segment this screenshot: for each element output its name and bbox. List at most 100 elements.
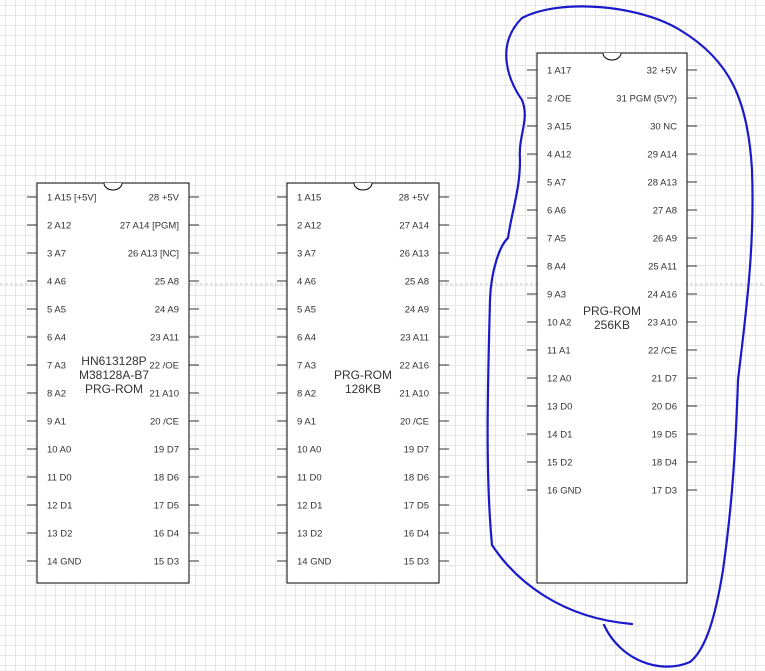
pin-label-left: 3 A7 — [297, 249, 316, 260]
pin-label-left: 5 A5 — [297, 305, 316, 316]
pin-label-right: 28 +5V — [149, 193, 180, 204]
pin-label-left: 12 D1 — [297, 501, 322, 512]
pin-label-left: 14 GND — [47, 557, 81, 568]
pin-label-right: 18 D6 — [154, 473, 179, 484]
pin-label-right: 21 A10 — [149, 389, 179, 400]
pin-label-right: 20 /CE — [400, 417, 429, 428]
pin-label-right: 28 +5V — [399, 193, 430, 204]
pin-label-left: 6 A4 — [297, 333, 316, 344]
chip-label: HN613128P — [81, 354, 146, 368]
chip-label: 256KB — [594, 318, 630, 332]
pin-label-right: 23 A11 — [150, 333, 179, 344]
pin-label-right: 27 A8 — [653, 206, 677, 217]
pin-label-left: 14 GND — [297, 557, 331, 568]
pin-label-left: 1 A15 [+5V] — [47, 193, 96, 204]
chip-label: 128KB — [345, 382, 381, 396]
pin-label-right: 26 A13 — [399, 249, 429, 260]
pin-label-right: 24 A16 — [647, 290, 677, 301]
schematic-canvas: 1 A15 [+5V] 2 A12 3 A7 4 A6 5 A5 6 A4 7 A3 8 A2… — [0, 5, 765, 668]
pin-label-left: 8 A4 — [547, 262, 566, 273]
pin-label-left: 4 A6 — [297, 277, 316, 288]
pin-label-right: 17 D5 — [404, 501, 429, 512]
pin-label-left: 10 A0 — [47, 445, 71, 456]
pin-label-left: 2 /OE — [547, 94, 571, 105]
chip-prg-rom-256kb: 1 A17 2 /OE 3 A15 4 A12 5 A7 6 A6 7 A5 8 A4 9 A3… — [527, 52, 697, 584]
pin-label-left: 15 D2 — [547, 458, 572, 469]
pin-label-right: 21 D7 — [652, 374, 677, 385]
pin-label-left: 4 A6 — [47, 277, 66, 288]
chip-label: PRG-ROM — [583, 304, 641, 318]
pin-label-right: 25 A8 — [155, 277, 179, 288]
chip-hn613128p: 1 A15 [+5V] 2 A12 3 A7 4 A6 5 A5 6 A4 7 A3 8 A2… — [27, 182, 199, 584]
pin-label-right: 29 A14 — [647, 150, 677, 161]
chip-label: PRG-ROM — [85, 382, 143, 396]
pin-label-right: 23 A11 — [400, 333, 429, 344]
pin-label-left: 7 A3 — [47, 361, 66, 372]
pin-label-right: 19 D7 — [154, 445, 179, 456]
pin-label-left: 3 A15 — [547, 122, 571, 133]
pin-label-left: 2 A12 — [297, 221, 321, 232]
pin-label-left: 14 D1 — [547, 430, 572, 441]
pin-label-left: 7 A3 — [297, 361, 316, 372]
pin-label-left: 16 GND — [547, 486, 581, 497]
pin-label-left: 6 A4 — [47, 333, 66, 344]
pin-label-left: 13 D2 — [47, 529, 72, 540]
pin-label-right: 26 A9 — [653, 234, 677, 245]
pin-label-left: 8 A2 — [47, 389, 66, 400]
pin-label-right: 30 NC — [650, 122, 677, 133]
pin-label-left: 10 A0 — [297, 445, 321, 456]
pin-label-right: 18 D6 — [404, 473, 429, 484]
pin-label-left: 9 A1 — [297, 417, 316, 428]
pin-label-left: 12 A0 — [547, 374, 571, 385]
pin-label-right: 18 D4 — [652, 458, 677, 469]
pin-label-left: 5 A5 — [47, 305, 66, 316]
pin-label-left: 11 D0 — [297, 473, 322, 484]
pin-label-left: 5 A7 — [547, 178, 566, 189]
pin-label-right: 22 A16 — [399, 361, 429, 372]
chip-label: M38128A-B7 — [79, 368, 149, 382]
pin-label-right: 19 D7 — [404, 445, 429, 456]
pin-label-left: 3 A7 — [47, 249, 66, 260]
pin-label-right: 26 A13 [NC] — [128, 249, 179, 260]
pin-label-right: 20 D6 — [652, 402, 677, 413]
pin-label-left: 13 D2 — [297, 529, 322, 540]
pin-label-right: 15 D3 — [154, 557, 179, 568]
pin-label-left: 4 A12 — [547, 150, 571, 161]
pin-label-right: 27 A14 — [399, 221, 429, 232]
pin-label-left: 11 D0 — [47, 473, 72, 484]
pin-label-left: 9 A1 — [47, 417, 66, 428]
pin-label-left: 2 A12 — [47, 221, 71, 232]
pin-label-right: 23 A10 — [647, 318, 677, 329]
pin-label-right: 21 A10 — [399, 389, 429, 400]
pin-label-right: 16 D4 — [404, 529, 429, 540]
pin-label-left: 11 A1 — [547, 346, 571, 357]
pin-label-right: 31 PGM (5V?) — [616, 94, 677, 105]
pin-label-left: 1 A15 — [297, 193, 321, 204]
pin-label-left: 13 D0 — [547, 402, 572, 413]
pin-label-left: 9 A3 — [547, 290, 566, 301]
pin-label-right: 15 D3 — [404, 557, 429, 568]
pin-label-right: 24 A9 — [405, 305, 429, 316]
pin-label-left: 12 D1 — [47, 501, 72, 512]
chip-label: PRG-ROM — [334, 368, 392, 382]
pin-label-right: 17 D5 — [154, 501, 179, 512]
chip-prg-rom-128kb: 1 A15 2 A12 3 A7 4 A6 5 A5 6 A4 7 A3 8 A2 9 A1 10… — [277, 182, 449, 584]
pin-label-left: 6 A6 — [547, 206, 566, 217]
pin-label-left: 1 A17 — [547, 66, 571, 77]
pin-label-right: 28 A13 — [647, 178, 677, 189]
pin-label-right: 16 D4 — [154, 529, 179, 540]
pin-label-right: 25 A11 — [648, 262, 677, 273]
chips-layer: 1 A15 [+5V] 2 A12 3 A7 4 A6 5 A5 6 A4 7 A3 8 A2… — [27, 52, 697, 584]
pin-label-right: 25 A8 — [405, 277, 429, 288]
pin-label-left: 8 A2 — [297, 389, 316, 400]
pin-label-right: 17 D3 — [652, 486, 677, 497]
pin-label-left: 10 A2 — [547, 318, 571, 329]
pin-label-right: 22 /OE — [149, 361, 179, 372]
pin-label-left: 7 A5 — [547, 234, 566, 245]
pin-label-right: 19 D5 — [652, 430, 677, 441]
pin-label-right: 20 /CE — [150, 417, 179, 428]
pin-label-right: 32 +5V — [647, 66, 678, 77]
pin-label-right: 24 A9 — [155, 305, 179, 316]
pin-label-right: 22 /CE — [648, 346, 677, 357]
pin-label-right: 27 A14 [PGM] — [120, 221, 179, 232]
